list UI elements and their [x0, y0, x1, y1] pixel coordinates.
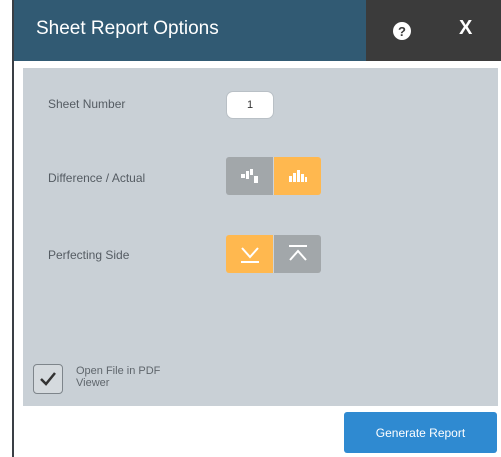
difference-actual-toggle: [226, 157, 321, 195]
window-left-border: [12, 0, 14, 457]
dialog-title-bar: Sheet Report Options ? X: [14, 0, 501, 61]
top-side-button[interactable]: [274, 235, 321, 273]
perfecting-side-toggle: [226, 235, 321, 273]
generate-report-button[interactable]: Generate Report: [344, 412, 497, 453]
difference-actual-label: Difference / Actual: [48, 171, 146, 185]
perfecting-side-label: Perfecting Side: [48, 248, 130, 262]
title-actions: ? X: [366, 0, 501, 61]
dialog-title: Sheet Report Options: [36, 18, 219, 39]
sheet-number-input[interactable]: 1: [226, 91, 274, 119]
bottom-side-icon: [240, 247, 259, 263]
actual-bar-chart-icon: [288, 170, 307, 182]
actual-button[interactable]: [274, 157, 321, 195]
help-button[interactable]: ?: [393, 22, 411, 40]
difference-button[interactable]: [226, 157, 273, 195]
options-panel: Sheet Number 1 Difference / Actual Perfe…: [23, 68, 498, 406]
open-pdf-label: Open File in PDF Viewer: [76, 365, 161, 389]
bottom-side-button[interactable]: [226, 235, 273, 273]
checkmark-icon: [40, 372, 56, 386]
top-side-icon: [288, 245, 307, 261]
sheet-number-label: Sheet Number: [48, 97, 126, 111]
difference-chart-icon: [240, 169, 258, 183]
close-button[interactable]: X: [459, 18, 472, 38]
open-pdf-checkbox[interactable]: [33, 364, 63, 394]
